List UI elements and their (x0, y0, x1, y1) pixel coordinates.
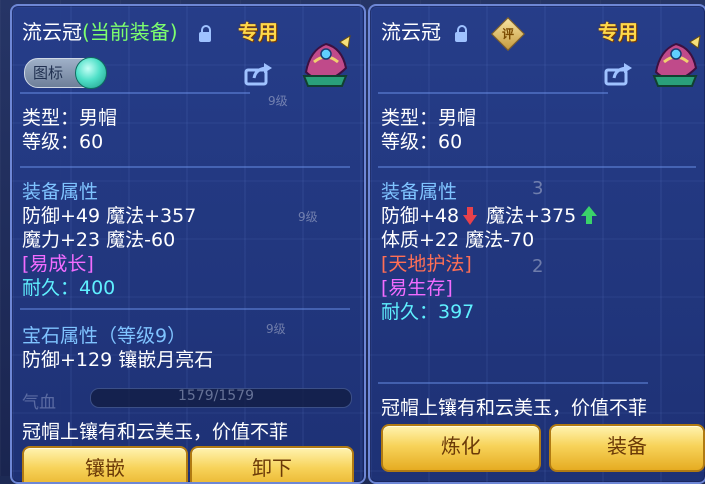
divider (378, 166, 696, 168)
bg-level-label: 9级 (298, 210, 318, 224)
hat-item-icon (302, 35, 351, 87)
divider (20, 166, 350, 168)
inlay-button[interactable]: 镶嵌 (22, 446, 188, 482)
exclusive-badge: 专用 (598, 20, 638, 44)
attr-defense-value: 防御+48 (381, 205, 460, 227)
item-level: 等级：60 (381, 131, 463, 153)
unequip-button[interactable]: 卸下 (190, 446, 354, 482)
bg-level-label: 9级 (266, 322, 286, 336)
divider (378, 382, 648, 384)
item-level: 等级：60 (22, 131, 104, 153)
divider (20, 308, 350, 310)
compare-item-tooltip: 3 2 流云冠 评 专用 类型：男帽 等级：60 装备属性 防御+48 魔法+3… (368, 4, 705, 484)
special-skill: [天地护法] (381, 253, 472, 275)
gem-attr-line: 防御+129 镶嵌月亮石 (22, 349, 214, 371)
durability: 耐久：397 (381, 301, 475, 323)
hp-label: 气血 (22, 393, 56, 413)
share-icon[interactable] (604, 62, 634, 86)
bg-level-label: 9级 (268, 94, 288, 108)
exclusive-badge: 专用 (238, 20, 278, 44)
special-effect: [易成长] (22, 253, 94, 275)
lock-icon[interactable] (199, 25, 211, 42)
equip-attr-header: 装备属性 (22, 181, 99, 203)
attr-line: 魔力+23 魔法-60 (22, 229, 176, 251)
arrow-down-icon (463, 207, 477, 225)
hat-item-icon (652, 35, 701, 87)
item-description: 冠帽上镶有和云美玉，价值不菲 (22, 421, 289, 443)
gem-attr-header: 宝石属性（等级9） (22, 325, 187, 347)
item-type: 类型：男帽 (381, 107, 477, 129)
divider (378, 92, 608, 94)
attr-line: 体质+22 魔法-70 (381, 229, 535, 251)
toggle-knob (75, 57, 107, 89)
equip-button[interactable]: 装备 (549, 424, 705, 472)
current-equip-tag: (当前装备) (82, 20, 178, 44)
arrow-up-icon (581, 206, 597, 224)
icon-toggle-label: 图标 (33, 64, 64, 82)
special-effect: [易生存] (381, 277, 453, 299)
equip-attr-header: 装备属性 (381, 181, 458, 203)
rate-icon[interactable]: 评 (491, 17, 525, 51)
item-name: 流云冠 (22, 20, 82, 44)
attr-magic-value: 魔法+375 (486, 205, 577, 227)
durability: 耐久：400 (22, 277, 116, 299)
hp-value: 1579/1579 (178, 388, 254, 404)
lock-icon[interactable] (455, 25, 467, 42)
bg-count: 3 (532, 178, 544, 199)
equipped-item-tooltip: 9级 9级 9级 流云冠(当前装备) 专用 图标 类型：男帽 等级：60 装备属… (10, 4, 366, 484)
item-description: 冠帽上镶有和云美玉，价值不菲 (381, 397, 648, 419)
bg-count: 2 (532, 256, 544, 277)
divider (20, 92, 250, 94)
item-title: 流云冠(当前装备) (22, 20, 178, 44)
icon-toggle[interactable]: 图标 (24, 57, 107, 89)
attr-line: 防御+49 魔法+357 (22, 205, 197, 227)
rate-icon-label: 评 (501, 27, 514, 41)
share-icon[interactable] (244, 62, 274, 86)
item-type: 类型：男帽 (22, 107, 118, 129)
item-name: 流云冠 (381, 20, 441, 44)
refine-button[interactable]: 炼化 (381, 424, 541, 472)
